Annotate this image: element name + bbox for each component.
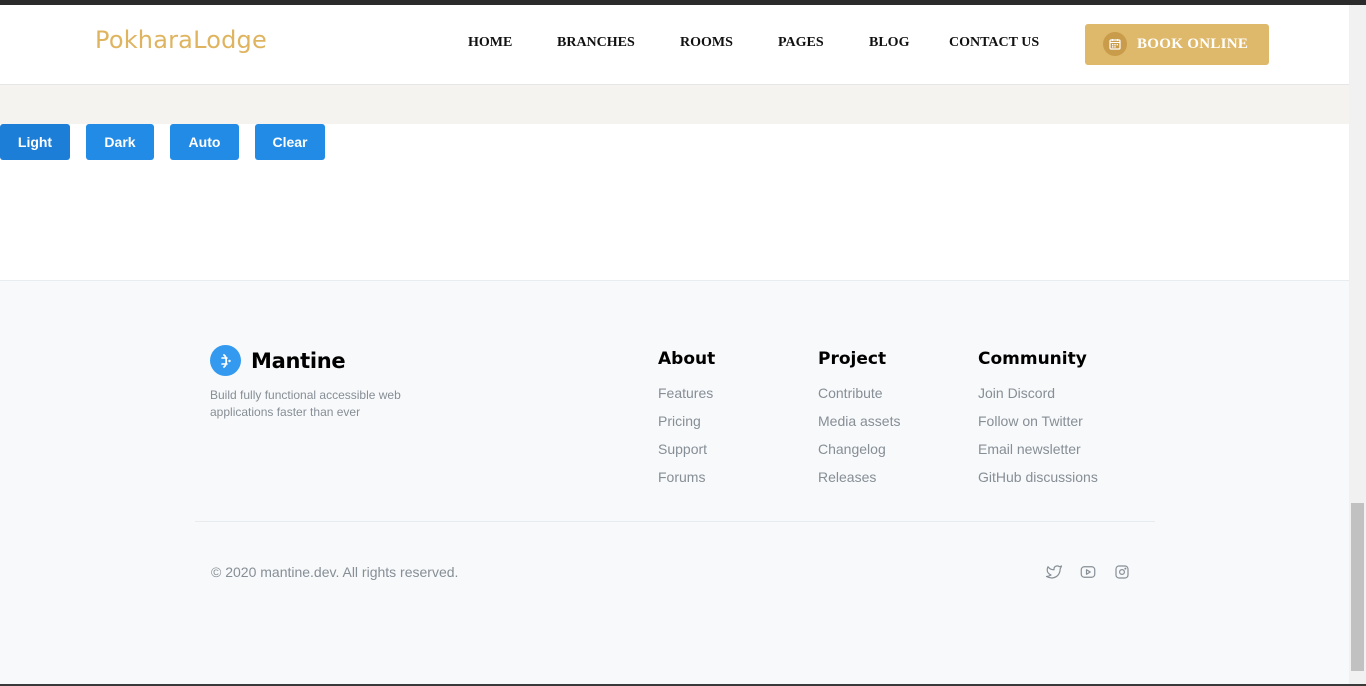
calendar-icon: [1103, 32, 1127, 56]
footer-tagline: Build fully functional accessible web ap…: [210, 388, 401, 419]
footer-link[interactable]: Features: [658, 379, 715, 407]
footer-column-title: Community: [978, 349, 1087, 369]
footer-link[interactable]: Follow on Twitter: [978, 407, 1098, 435]
nav-pages[interactable]: PAGES: [778, 35, 824, 51]
instagram-icon[interactable]: [1112, 562, 1132, 582]
copyright-text: © 2020 mantine.dev. All rights reserved.: [211, 564, 459, 580]
footer-divider: [195, 521, 1155, 522]
theme-light-button[interactable]: Light: [0, 124, 70, 160]
footer-link[interactable]: Email newsletter: [978, 435, 1098, 463]
site-header: PokharaLodge HOME BRANCHES ROOMS PAGES B…: [0, 5, 1349, 85]
footer-link[interactable]: Forums: [658, 463, 715, 491]
footer-link[interactable]: Media assets: [818, 407, 900, 435]
footer-link[interactable]: Join Discord: [978, 379, 1098, 407]
site-logo[interactable]: PokharaLodge: [95, 26, 267, 54]
footer-link[interactable]: Changelog: [818, 435, 900, 463]
theme-auto-button[interactable]: Auto: [170, 124, 239, 160]
footer-link[interactable]: Releases: [818, 463, 900, 491]
footer-link[interactable]: Pricing: [658, 407, 715, 435]
footer-column-title: About: [658, 349, 716, 369]
nav-blog[interactable]: BLOG: [869, 35, 909, 51]
footer-column-community: Community Join Discord Follow on Twitter…: [978, 349, 1098, 491]
theme-dark-button[interactable]: Dark: [86, 124, 154, 160]
nav-contact-us[interactable]: CONTACT US: [949, 35, 1039, 51]
nav-home[interactable]: HOME: [468, 35, 512, 51]
book-online-button[interactable]: BOOK ONLINE: [1085, 24, 1269, 65]
nav-branches[interactable]: BRANCHES: [557, 35, 635, 51]
footer-brand[interactable]: Mantine: [210, 345, 346, 376]
page: PokharaLodge HOME BRANCHES ROOMS PAGES B…: [0, 0, 1366, 686]
site-footer: Mantine Build fully functional accessibl…: [0, 280, 1349, 686]
page-scrollbar[interactable]: [1349, 5, 1366, 686]
youtube-icon[interactable]: [1078, 562, 1098, 582]
footer-link[interactable]: Contribute: [818, 379, 900, 407]
book-online-label: BOOK ONLINE: [1137, 36, 1249, 52]
twitter-icon[interactable]: [1044, 562, 1064, 582]
theme-clear-button[interactable]: Clear: [255, 124, 325, 160]
footer-column-title: Project: [818, 349, 887, 369]
footer-brand-name: Mantine: [251, 348, 346, 373]
footer-link[interactable]: GitHub discussions: [978, 463, 1098, 491]
footer-link[interactable]: Support: [658, 435, 715, 463]
scrollbar-thumb[interactable]: [1351, 503, 1364, 671]
mantine-logo-icon: [210, 345, 241, 376]
footer-column-project: Project Contribute Media assets Changelo…: [818, 349, 900, 491]
footer-column-about: About Features Pricing Support Forums: [658, 349, 715, 491]
hero-band: [0, 85, 1349, 124]
nav-rooms[interactable]: ROOMS: [680, 35, 733, 51]
